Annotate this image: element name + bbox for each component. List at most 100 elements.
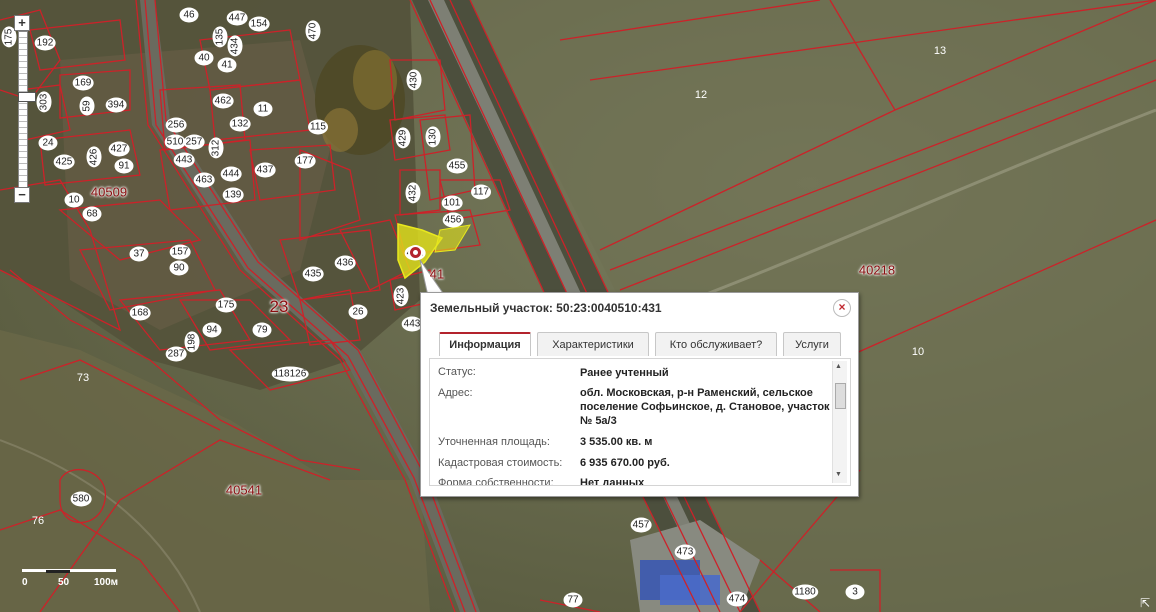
parcel-label[interactable]: 437 <box>254 162 276 178</box>
parcel-label[interactable]: 118126 <box>271 366 309 382</box>
tab-who-serves[interactable]: Кто обслуживает? <box>655 332 777 356</box>
parcel-label[interactable]: 12 <box>695 89 707 101</box>
parcel-label[interactable]: 46 <box>179 7 199 23</box>
scale-label-zero: 0 <box>22 577 28 588</box>
parcel-label[interactable]: 470 <box>305 20 321 42</box>
parcel-label[interactable]: 168 <box>129 305 151 321</box>
scroll-up-icon[interactable]: ▲ <box>835 363 842 370</box>
location-pin-dot <box>413 250 418 255</box>
parcel-label[interactable]: 462 <box>212 93 234 109</box>
parcel-label[interactable]: 11 <box>253 101 273 117</box>
parcel-label[interactable]: 444 <box>220 166 242 182</box>
parcel-label[interactable]: 257 <box>183 134 205 150</box>
parcel-label[interactable]: 101 <box>441 195 463 211</box>
parcel-label[interactable]: 394 <box>105 97 127 113</box>
parcel-label[interactable]: 463 <box>193 172 215 188</box>
parcel-label[interactable]: 157 <box>169 244 191 260</box>
parcel-label[interactable]: 256 <box>165 117 187 133</box>
address-value: обл. Московская, р-н Раменский, сельское… <box>580 387 830 427</box>
ownership-label: Форма собственности: <box>438 477 554 486</box>
parcel-label[interactable]: 59 <box>79 96 95 116</box>
parcel-label[interactable]: 287 <box>165 346 187 362</box>
parcel-label[interactable]: 91 <box>114 158 134 174</box>
status-value: Ранее учтенный <box>580 367 669 379</box>
parcel-label[interactable]: 115 <box>308 119 328 135</box>
tab-services[interactable]: Услуги <box>783 332 841 356</box>
parcel-label[interactable]: 139 <box>222 187 244 203</box>
parcel-label[interactable]: 427 <box>108 141 130 157</box>
parcel-label[interactable]: 177 <box>294 153 316 169</box>
parcel-label[interactable]: 303 <box>36 91 52 113</box>
parcel-label[interactable]: 132 <box>229 116 251 132</box>
scale-label-mid: 50 <box>58 577 70 588</box>
parcel-label[interactable]: 90 <box>169 260 189 276</box>
scroll-thumb[interactable] <box>835 383 846 409</box>
zoom-slider[interactable] <box>18 31 36 189</box>
cadastral-map[interactable]: 40509 40218 40541 23 41 46 447 154 192 1… <box>0 0 1156 612</box>
zoom-slider-handle[interactable] <box>18 92 36 102</box>
parcel-label[interactable]: 94 <box>202 322 222 338</box>
parcel-label[interactable]: 68 <box>82 206 102 222</box>
location-pin-icon[interactable] <box>408 245 423 260</box>
zoom-in-button[interactable]: + <box>14 15 30 31</box>
parcel-label[interactable]: 13 <box>934 45 946 57</box>
parcel-label[interactable]: 426 <box>86 146 102 168</box>
parcel-label[interactable]: 473 <box>674 544 696 560</box>
parcel-label[interactable]: 434 <box>227 35 243 57</box>
parcel-label[interactable]: 425 <box>53 154 75 170</box>
parcel-label[interactable]: 77 <box>563 592 583 608</box>
parcel-label[interactable]: 456 <box>442 212 464 228</box>
parcel-label[interactable]: 76 <box>32 515 44 527</box>
parcel-label[interactable]: 430 <box>406 69 422 91</box>
parcel-label[interactable]: 26 <box>348 304 368 320</box>
scale-label-end: 100м <box>94 577 119 588</box>
parcel-label[interactable]: 457 <box>630 517 652 533</box>
parcel-label[interactable]: 312 <box>208 137 224 159</box>
parcel-label[interactable]: 198 <box>184 331 200 353</box>
tab-characteristics[interactable]: Характеристики <box>537 332 649 356</box>
parcel-label[interactable]: 79 <box>252 322 272 338</box>
area-value: 3 535.00 кв. м <box>580 436 653 448</box>
parcel-label[interactable]: 510 <box>164 134 186 150</box>
parcel-label[interactable]: 40 <box>194 50 214 66</box>
info-scrollbar[interactable]: ▲ ▼ <box>832 361 847 483</box>
info-panel[interactable]: Статус: Ранее учтенный Адрес: обл. Моско… <box>429 358 851 486</box>
parcel-label[interactable]: 443 <box>173 152 195 168</box>
status-label: Статус: <box>438 366 476 378</box>
parcel-label[interactable]: 41 <box>217 57 237 73</box>
parcel-label[interactable]: 175 <box>215 297 237 313</box>
parcel-label[interactable]: 73 <box>77 372 89 384</box>
tab-information[interactable]: Информация <box>439 332 531 356</box>
scale-segment <box>22 569 46 572</box>
parcel-label[interactable]: 447 <box>226 10 248 26</box>
parcel-label[interactable]: 135 <box>212 26 228 48</box>
parcel-label[interactable]: 3 <box>845 584 865 600</box>
zoom-out-button[interactable]: − <box>14 187 30 203</box>
parcel-label[interactable]: 455 <box>446 158 468 174</box>
parcel-label[interactable]: 429 <box>395 127 411 149</box>
close-icon[interactable]: × <box>833 299 851 317</box>
parcel-label[interactable]: 474 <box>726 591 748 607</box>
parcel-label[interactable]: 169 <box>72 75 94 91</box>
parcel-label[interactable]: 117 <box>471 184 491 200</box>
block-label: 41 <box>429 266 445 282</box>
parcel-label[interactable]: 154 <box>248 16 270 32</box>
address-label: Адрес: <box>438 387 473 399</box>
parcel-label[interactable]: 580 <box>70 491 92 507</box>
parcel-label[interactable]: 436 <box>334 255 356 271</box>
parcel-label[interactable]: 24 <box>38 135 58 151</box>
parcel-label[interactable]: 192 <box>34 35 56 51</box>
parcel-label[interactable]: 435 <box>302 266 324 282</box>
ownership-value: Нет данных <box>580 477 645 486</box>
parcel-label[interactable]: 1180 <box>792 584 818 600</box>
parcel-label[interactable]: 432 <box>405 182 421 204</box>
parcel-label[interactable]: 10 <box>912 346 924 358</box>
resize-corner-icon[interactable]: ⇱ <box>1140 597 1152 609</box>
parcel-label[interactable]: 37 <box>129 246 149 262</box>
parcel-label[interactable]: 423 <box>393 285 409 307</box>
block-label: 23 <box>269 297 289 316</box>
parcel-label[interactable]: 130 <box>425 126 441 148</box>
parcel-label[interactable]: 10 <box>64 192 84 208</box>
scroll-down-icon[interactable]: ▼ <box>835 471 842 478</box>
area-label: Уточненная площадь: <box>438 436 550 448</box>
